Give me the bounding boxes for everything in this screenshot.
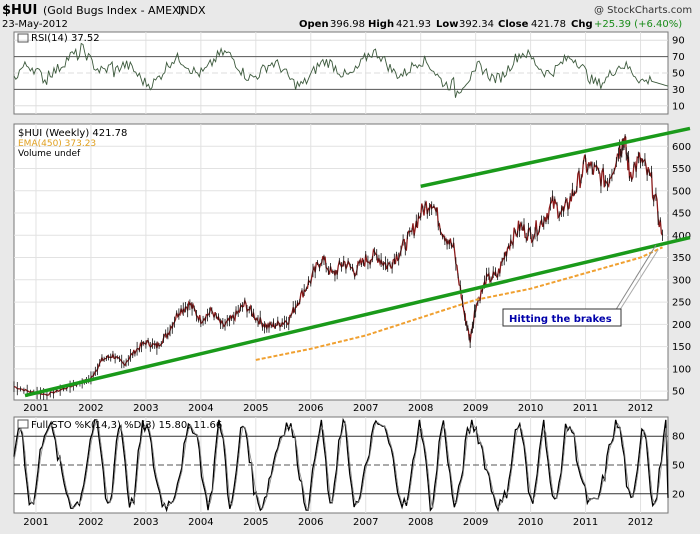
x-tick-label: 2004: [188, 517, 213, 528]
y-tick-label: 150: [672, 342, 691, 353]
exchange-label: INDX: [178, 4, 206, 17]
rsi-label: RSI(14) 37.52: [31, 33, 100, 44]
rsi-tick-label: 90: [672, 36, 685, 47]
x-tick-label: 2012: [628, 403, 653, 414]
x-tick-label: 2008: [408, 517, 433, 528]
x-tick-label: 2002: [78, 403, 103, 414]
chg-label: Chg: [571, 19, 593, 30]
chart-svg: $HUI (Gold Bugs Index - AMEX) INDX 23-Ma…: [0, 0, 700, 530]
x-tick-label: 2004: [188, 403, 213, 414]
x-tick-label: 2006: [298, 403, 323, 414]
x-tick-label: 2011: [573, 517, 598, 528]
rsi-tick-label: 50: [672, 69, 685, 80]
x-tick-label: 2006: [298, 517, 323, 528]
y-tick-label: 550: [672, 164, 691, 175]
sto-tick-label: 80: [672, 432, 685, 443]
x-tick-label: 2011: [573, 403, 598, 414]
sto-label: Full STO %K(14,3) %D(3) 15.80, 11.66: [31, 420, 222, 431]
y-tick-label: 100: [672, 364, 691, 375]
x-tick-label: 2012: [628, 517, 653, 528]
x-tick-label: 2009: [463, 403, 488, 414]
rsi-tick-label: 10: [672, 101, 685, 112]
close-label: Close: [498, 19, 529, 30]
y-tick-label: 500: [672, 186, 691, 197]
x-tick-label: 2003: [133, 403, 158, 414]
sto-tick-label: 50: [672, 461, 685, 472]
chg-value: +25.39 (+6.40%): [594, 19, 682, 30]
x-tick-label: 2001: [23, 517, 48, 528]
rsi-tick-label: 30: [672, 85, 685, 96]
stock-chart: $HUI (Gold Bugs Index - AMEX) INDX 23-Ma…: [0, 0, 700, 530]
x-tick-label: 2005: [243, 403, 268, 414]
open-value: 396.98: [330, 19, 365, 30]
x-tick-label: 2009: [463, 517, 488, 528]
y-tick-label: 200: [672, 320, 691, 331]
x-tick-label: 2010: [518, 517, 543, 528]
chart-date: 23-May-2012: [2, 19, 68, 30]
sto-tick-label: 20: [672, 489, 685, 500]
x-tick-label: 2007: [353, 403, 378, 414]
low-label: Low: [436, 19, 458, 30]
x-tick-label: 2001: [23, 403, 48, 414]
high-value: 421.93: [396, 19, 431, 30]
x-tick-label: 2010: [518, 403, 543, 414]
index-name: (Gold Bugs Index - AMEX): [43, 4, 184, 17]
open-label: Open: [299, 19, 329, 30]
x-tick-label: 2005: [243, 517, 268, 528]
y-tick-label: 350: [672, 253, 691, 264]
y-tick-label: 250: [672, 298, 691, 309]
watermark: @ StockCharts.com: [594, 5, 692, 16]
price-legend-1: $HUI (Weekly) 421.78: [18, 128, 127, 139]
x-tick-label: 2007: [353, 517, 378, 528]
close-value: 421.78: [531, 19, 566, 30]
high-label: High: [368, 19, 394, 30]
x-tick-label: 2008: [408, 403, 433, 414]
y-tick-label: 450: [672, 209, 691, 220]
symbol-title: $HUI: [2, 3, 37, 18]
x-tick-label: 2003: [133, 517, 158, 528]
y-tick-label: 600: [672, 142, 691, 153]
price-panel: [13, 123, 669, 401]
price-legend-3: Volume undef: [18, 149, 81, 159]
price-legend-2: EMA(450) 373.23: [18, 139, 96, 149]
annotation-text: Hitting the brakes: [509, 314, 612, 325]
low-value: 392.34: [459, 19, 494, 30]
y-tick-label: 50: [672, 387, 685, 398]
x-tick-label: 2002: [78, 517, 103, 528]
rsi-tick-label: 70: [672, 52, 685, 63]
y-tick-label: 300: [672, 275, 691, 286]
